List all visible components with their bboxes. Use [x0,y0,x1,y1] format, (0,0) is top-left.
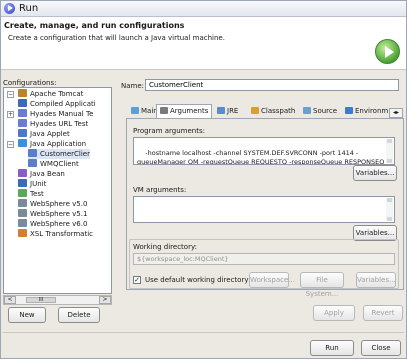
close-button[interactable]: Close [361,340,401,356]
tree-item-compiled-application[interactable]: Compiled Applicati [18,99,96,109]
use-default-working-directory-checkbox[interactable]: ✓ [133,276,141,284]
vm-arguments-label: VM arguments: [133,186,187,194]
test-icon [18,189,27,197]
program-variables-button[interactable]: Variables... [353,165,397,181]
java-class-icon [28,159,37,167]
websphere-icon [18,199,27,207]
use-default-working-directory-label: Use default working directory [145,276,249,284]
java-class-icon [28,149,37,157]
tab-classpath[interactable]: Classpath [248,105,298,118]
tab-scroll-icon[interactable]: ◂▸ [389,108,403,118]
compiled-app-icon [18,99,27,107]
bean-icon [18,169,27,177]
tomcat-icon [18,89,27,97]
name-field[interactable] [145,79,399,91]
applet-icon [18,129,27,137]
tab-strip: Main Arguments JRE Classpath Source Envi… [126,104,404,118]
expand-icon[interactable]: + [7,111,14,118]
configurations-label: Configurations: [3,79,57,87]
program-arguments-field[interactable]: -hostname localhost -channel SYSTEM.DEF.… [133,137,395,165]
tree-item-xsl-transformation[interactable]: XSL Transformatic [18,229,93,239]
tree-item-test[interactable]: Test [18,189,44,199]
main-tab-icon [131,107,139,114]
tree-item-hyades-url-test[interactable]: Hyades URL Test [18,119,88,129]
collapse-icon[interactable]: − [7,91,14,98]
dialog-banner: Create, manage, and run configurations C… [1,17,406,70]
java-app-icon [18,139,27,147]
run-icon [375,39,400,64]
name-label: Name: [121,82,145,90]
banner-title: Create, manage, and run configurations [4,21,185,30]
run-icon [4,3,15,14]
classpath-tab-icon [251,107,259,114]
tree-horizontal-scrollbar[interactable]: < III > [3,295,112,305]
delete-button[interactable]: Delete [58,307,100,323]
tree-item-junit[interactable]: JUnit [18,179,46,189]
divider [3,332,404,333]
junit-icon [18,179,27,187]
workspace-button[interactable]: Workspace... [249,272,295,288]
source-tab-icon [303,107,311,114]
vm-arguments-field[interactable] [133,196,395,223]
program-arguments-scrollbar[interactable] [386,139,393,163]
hyades-icon [18,109,27,117]
file-system-button[interactable]: File System... [300,272,344,298]
window-title: Run [19,3,39,14]
tab-environment[interactable]: Environm [342,105,391,118]
title-bar[interactable]: Run [1,1,406,17]
vm-arguments-scrollbar[interactable] [386,198,393,221]
environment-tab-icon [345,107,353,114]
tree-item-customerclient[interactable]: CustomerClier [28,149,90,159]
collapse-icon[interactable]: − [7,141,14,148]
scrollbar-thumb[interactable]: III [26,297,56,303]
tree-item-wmqclient[interactable]: WMQClient [28,159,79,169]
tab-source[interactable]: Source [300,105,340,118]
working-directory-label: Working directory: [133,243,197,251]
websphere-icon [18,209,27,217]
websphere-icon [18,219,27,227]
tree-item-java-bean[interactable]: Java Bean [18,169,65,179]
xsl-icon [18,229,27,237]
hyades-icon [18,119,27,127]
arguments-tab-icon [160,107,168,114]
tab-arguments[interactable]: Arguments [156,104,213,118]
apply-button[interactable]: Apply [313,305,355,321]
working-directory-field[interactable]: ${workspace_loc:MQClient} [133,253,395,265]
tree-item-websphere-v60[interactable]: WebSphere v6.0 [18,219,87,229]
scroll-left-icon[interactable]: < [4,296,16,304]
program-arguments-label: Program arguments: [133,127,205,135]
tree-item-apache-tomcat[interactable]: Apache Tomcat [18,89,83,99]
banner-subtitle: Create a configuration that will launch … [8,34,225,42]
run-button[interactable]: Run [310,340,354,356]
tab-jre[interactable]: JRE [214,105,241,118]
new-button[interactable]: New [8,307,46,323]
configurations-tree[interactable]: − Apache Tomcat Compiled Applicati + Hya… [3,87,112,294]
scroll-right-icon[interactable]: > [99,296,111,304]
working-variables-button[interactable]: Variables... [356,272,396,288]
tree-item-hyades-manual-test[interactable]: Hyades Manual Te [18,109,93,119]
run-dialog: Run Create, manage, and run configuratio… [0,0,407,359]
jre-tab-icon [217,107,225,114]
tree-item-java-applet[interactable]: Java Applet [18,129,70,139]
tree-item-websphere-v51[interactable]: WebSphere v5.1 [18,209,87,219]
tree-item-java-application[interactable]: Java Application [18,139,86,149]
revert-button[interactable]: Revert [363,305,403,321]
tree-item-websphere-v50[interactable]: WebSphere v5.0 [18,199,87,209]
